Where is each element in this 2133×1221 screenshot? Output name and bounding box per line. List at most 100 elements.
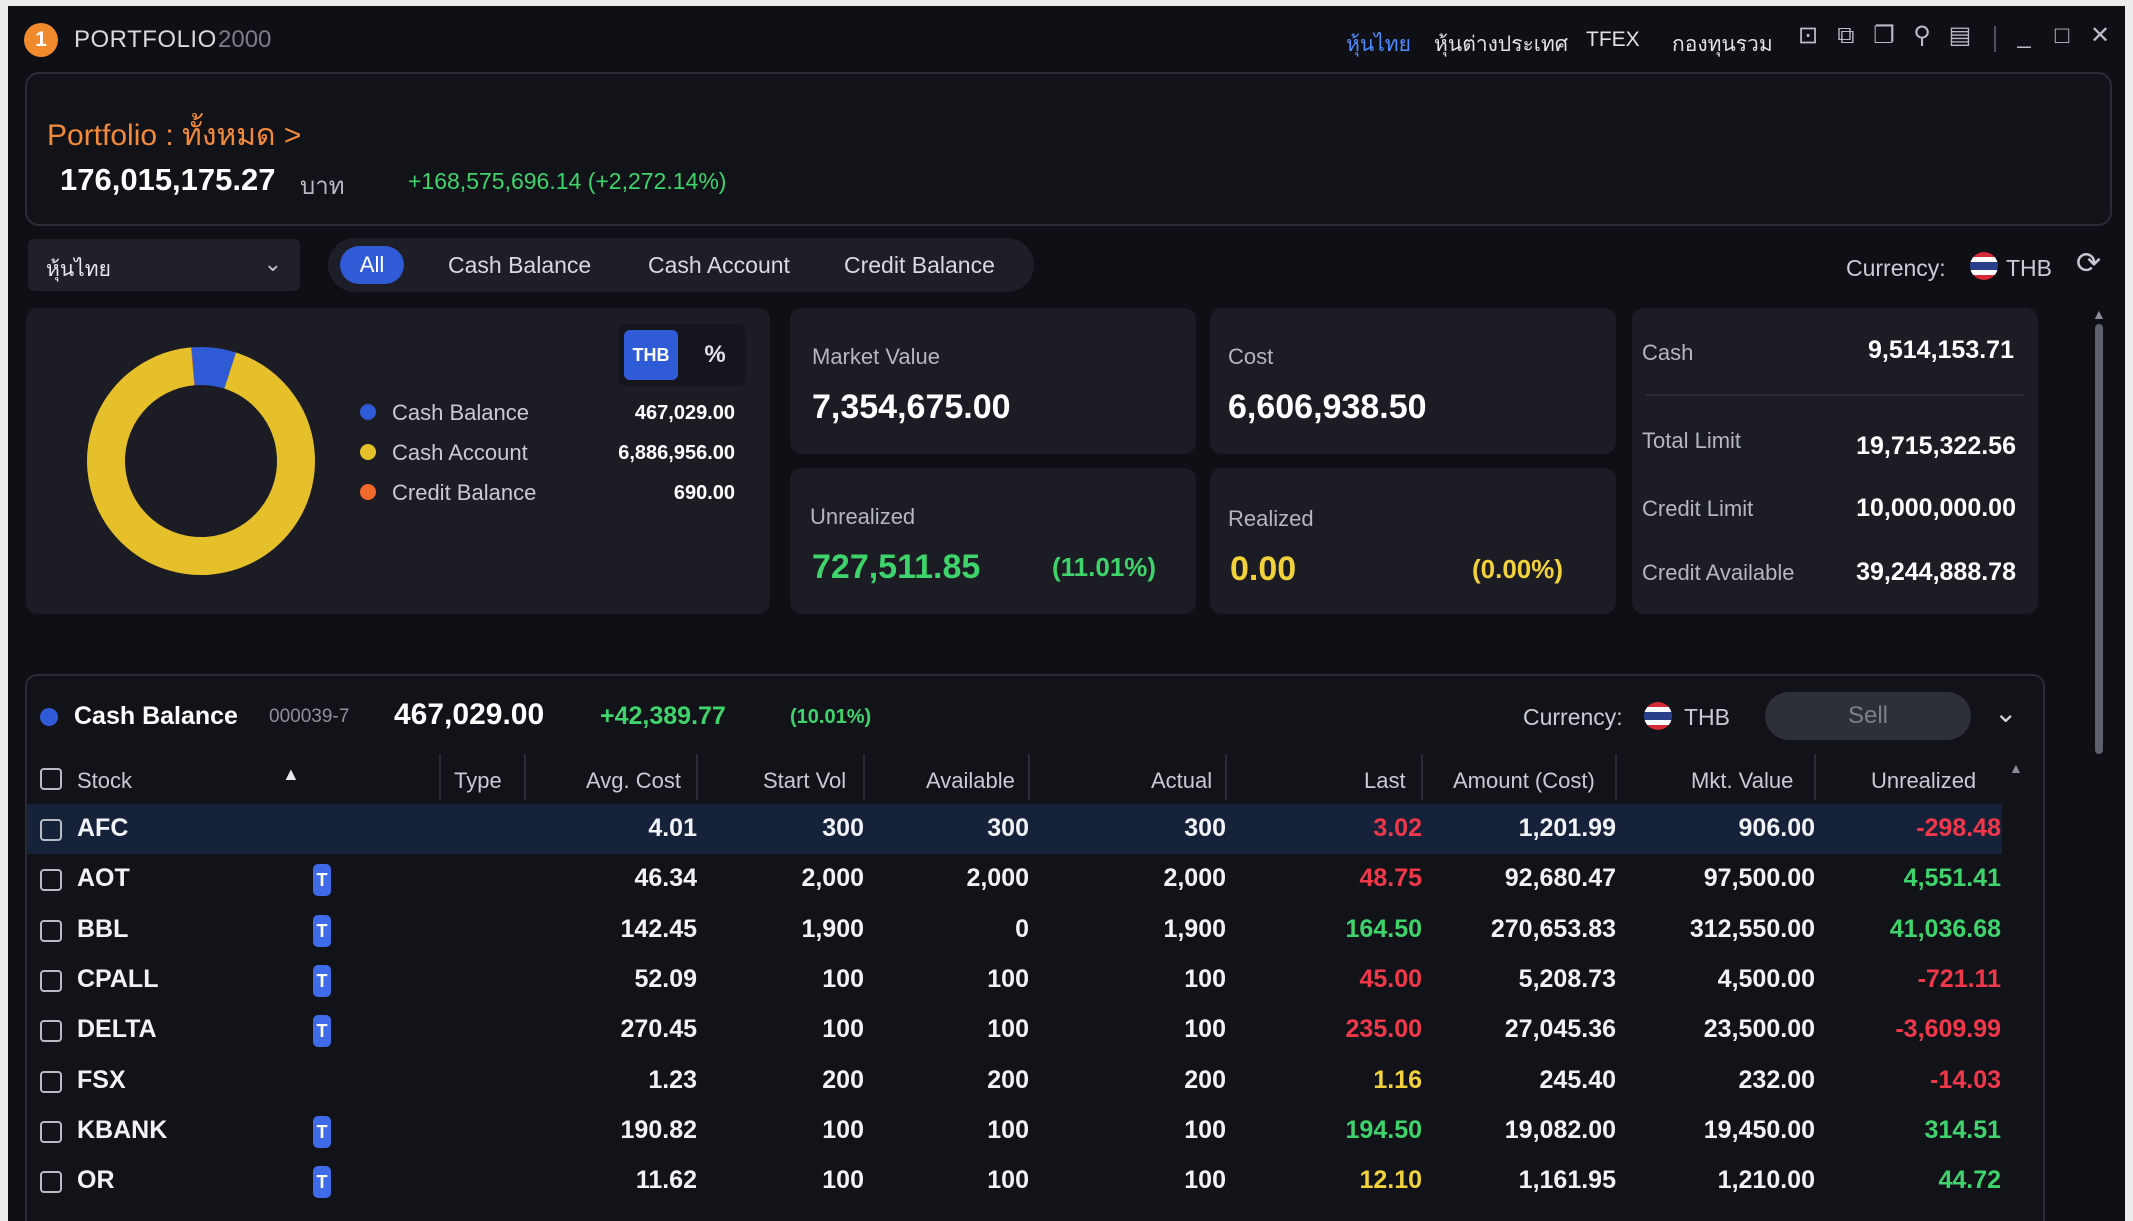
row-checkbox[interactable] xyxy=(40,969,62,992)
external-icon[interactable]: ⧉ xyxy=(1832,22,1860,50)
column-header-actual[interactable]: Actual xyxy=(1151,768,1212,794)
refresh-icon[interactable]: ⟳ xyxy=(2076,246,2101,281)
cell-actual: 300 xyxy=(1184,814,1226,842)
column-header-avg-cost[interactable]: Avg. Cost xyxy=(586,768,681,794)
currency-value[interactable]: THB xyxy=(2006,255,2052,282)
cell-avail: 100 xyxy=(987,964,1029,993)
toggle-thb[interactable]: THB xyxy=(624,330,678,380)
nav-tfex[interactable]: TFEX xyxy=(1586,28,1640,52)
tab-cash-balance[interactable]: Cash Balance xyxy=(448,252,591,279)
vertical-scrollbar[interactable] xyxy=(2095,324,2103,754)
credit-available-value: 39,244,888.78 xyxy=(1856,558,2016,586)
portfolio-window: 1 PORTFOLIO 2000 หุ้นไทย หุ้นต่างประเทศ … xyxy=(8,6,2125,1221)
book-icon[interactable]: ▤ xyxy=(1946,22,1974,50)
cell-avail: 100 xyxy=(987,1166,1029,1195)
total-limit-label: Total Limit xyxy=(1642,428,1742,453)
window-code: 2000 xyxy=(218,26,272,53)
window-title: PORTFOLIO xyxy=(74,26,217,53)
cell-stock: AOT xyxy=(77,864,130,893)
copy-icon[interactable]: ❐ xyxy=(1870,22,1898,50)
column-header-amount-cost[interactable]: Amount (Cost) xyxy=(1453,768,1595,794)
cell-last: 1.16 xyxy=(1373,1065,1422,1094)
select-all-checkbox[interactable] xyxy=(40,768,62,790)
unit-toggle: THB % xyxy=(618,324,746,386)
scroll-up-icon[interactable]: ▲ xyxy=(2092,306,2106,322)
table-row[interactable]: DELTA T 270.45 100 100 100 235.00 27,045.36 23,5… xyxy=(27,1005,2002,1055)
sort-ascending-icon[interactable]: ▲ xyxy=(282,764,300,785)
cell-amount: 245.40 xyxy=(1539,1065,1616,1094)
cell-unreal: -3,609.99 xyxy=(1895,1015,2001,1044)
template-icon[interactable]: ⊡ xyxy=(1794,22,1822,50)
cost-value: 6,606,938.50 xyxy=(1228,388,1427,426)
cell-stock: OR xyxy=(77,1166,115,1195)
row-checkbox[interactable] xyxy=(40,919,62,942)
nav-foreign-stocks[interactable]: หุ้นต่างประเทศ xyxy=(1434,28,1568,61)
cell-stock: BBL xyxy=(77,914,129,943)
cell-start: 100 xyxy=(822,1166,864,1195)
column-header-mkt-value[interactable]: Mkt. Value xyxy=(1691,768,1793,794)
table-scroll-up-icon[interactable]: ▲ xyxy=(2009,760,2023,776)
table-row[interactable]: OR T 11.62 100 100 100 12.10 1,161.95 1,210.00 44… xyxy=(27,1156,2002,1206)
cell-start: 2,000 xyxy=(801,864,864,893)
minimize-icon[interactable]: _ xyxy=(2010,22,2038,50)
cell-amount: 92,680.47 xyxy=(1504,864,1616,893)
nav-thai-stocks[interactable]: หุ้นไทย xyxy=(1346,28,1411,61)
market-dropdown[interactable]: หุ้นไทย ⌄ xyxy=(28,239,300,291)
cell-unreal: -298.48 xyxy=(1916,814,2001,842)
cell-actual: 100 xyxy=(1184,1166,1226,1195)
column-header-available[interactable]: Available xyxy=(926,768,1015,794)
legend-dot-cash-account xyxy=(360,444,376,460)
column-header-start-vol[interactable]: Start Vol xyxy=(763,768,846,794)
collapse-chevron-icon[interactable]: ⌄ xyxy=(1994,696,2017,729)
cell-unreal: 314.51 xyxy=(1924,1115,2001,1144)
cell-avg: 190.82 xyxy=(620,1115,697,1144)
cell-avg: 1.23 xyxy=(648,1065,697,1094)
pin-icon[interactable]: ⚲ xyxy=(1908,22,1936,50)
cell-last: 45.00 xyxy=(1359,964,1422,993)
tab-cash-account[interactable]: Cash Account xyxy=(648,252,790,279)
column-header-last[interactable]: Last xyxy=(1364,768,1406,794)
cell-stock: CPALL xyxy=(77,964,159,993)
sell-button[interactable]: Sell xyxy=(1765,692,1971,740)
column-divider xyxy=(439,754,441,800)
table-row[interactable]: FSX 1.23 200 200 200 1.16 245.40 232.00 -14.03 xyxy=(27,1056,2002,1106)
table-row[interactable]: BBL T 142.45 1,900 0 1,900 164.50 270,653.83 312… xyxy=(27,905,2002,955)
tab-credit-balance[interactable]: Credit Balance xyxy=(844,252,995,279)
row-checkbox[interactable] xyxy=(40,819,62,841)
table-row[interactable]: KBANK T 190.82 100 100 100 194.50 19,082.00 19,4… xyxy=(27,1106,2002,1156)
close-icon[interactable]: ✕ xyxy=(2086,22,2114,50)
table-row[interactable]: AFC 4.01 300 300 300 3.02 1,201.99 906.00 -298.4… xyxy=(27,804,2002,854)
chevron-down-icon: ⌄ xyxy=(263,251,282,276)
table-row[interactable]: AOT T 46.34 2,000 2,000 2,000 48.75 92,680.47 97… xyxy=(27,854,2002,904)
cell-last: 12.10 xyxy=(1359,1166,1422,1195)
column-header-type[interactable]: Type xyxy=(454,768,502,794)
cell-last: 235.00 xyxy=(1345,1015,1422,1044)
cell-start: 100 xyxy=(822,1015,864,1044)
table-row[interactable]: CPALL T 52.09 100 100 100 45.00 5,208.73 4,500.0… xyxy=(27,955,2002,1005)
nav-mutual-funds[interactable]: กองทุนรวม xyxy=(1672,28,1773,61)
cell-unreal: 44.72 xyxy=(1938,1166,2001,1195)
cell-actual: 1,900 xyxy=(1163,914,1226,943)
row-checkbox[interactable] xyxy=(40,1020,62,1043)
credit-divider xyxy=(1646,394,2024,396)
row-checkbox[interactable] xyxy=(40,869,62,892)
cell-avg: 52.09 xyxy=(634,964,697,993)
toggle-percent[interactable]: % xyxy=(690,330,740,380)
row-checkbox[interactable] xyxy=(40,1120,62,1143)
portfolio-selector[interactable]: Portfolio : ทั้งหมด > xyxy=(47,112,301,159)
cell-start: 100 xyxy=(822,1115,864,1144)
cell-amount: 270,653.83 xyxy=(1490,914,1616,943)
cell-avg: 11.62 xyxy=(635,1166,697,1195)
column-header-unrealized[interactable]: Unrealized xyxy=(1871,768,1976,794)
cash-value: 9,514,153.71 xyxy=(1868,336,2014,364)
type-badge: T xyxy=(313,1115,331,1148)
maximize-icon[interactable]: □ xyxy=(2048,22,2076,50)
cell-stock: KBANK xyxy=(77,1115,168,1144)
tab-all[interactable]: All xyxy=(340,246,404,284)
row-checkbox[interactable] xyxy=(40,1070,62,1093)
column-divider xyxy=(863,754,865,800)
cell-avg: 4.01 xyxy=(648,814,697,842)
row-checkbox[interactable] xyxy=(40,1171,62,1194)
column-header-stock[interactable]: Stock xyxy=(77,768,132,794)
account-currency-value: THB xyxy=(1684,704,1730,730)
